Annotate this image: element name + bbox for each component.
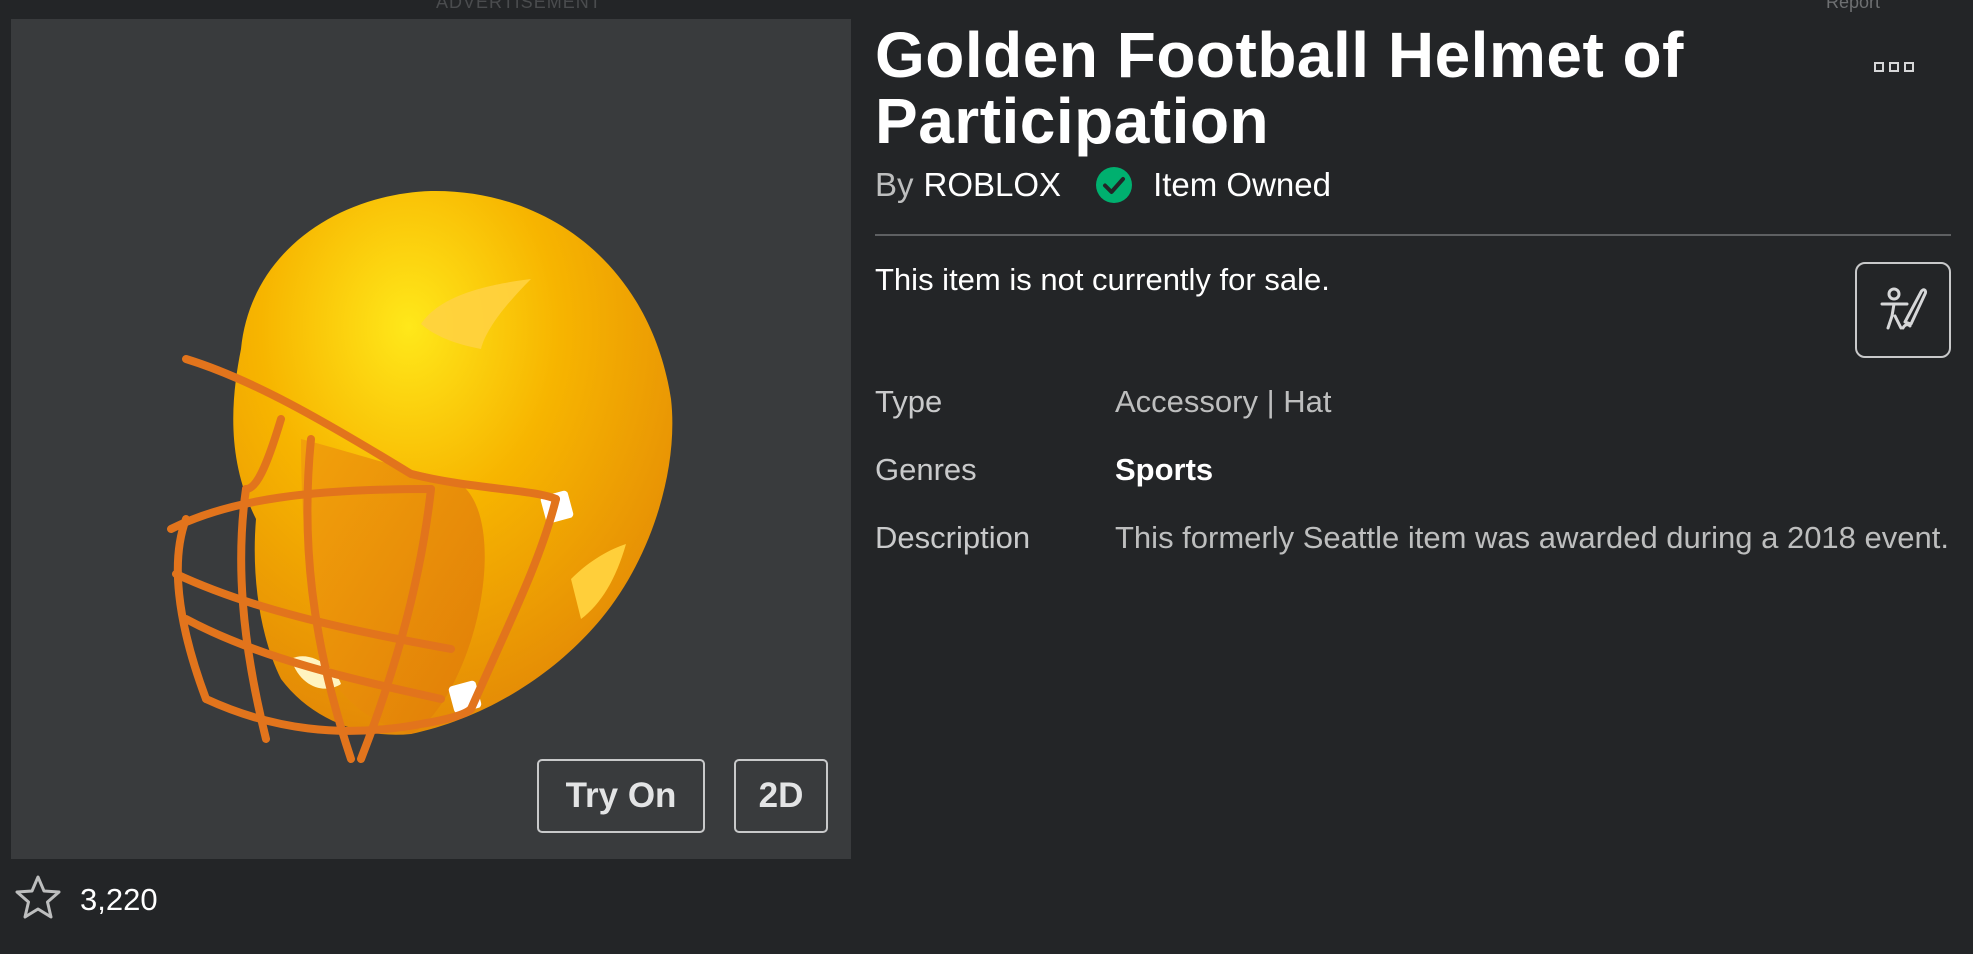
- creator-line: By ROBLOX Item Owned: [875, 166, 1331, 204]
- avatar-customize-icon: [1877, 282, 1929, 339]
- sale-status: This item is not currently for sale.: [875, 262, 1330, 297]
- divider: [875, 234, 1951, 236]
- type-label: Type: [875, 384, 943, 419]
- star-outline-icon[interactable]: [14, 874, 62, 925]
- item-detail-page: ADVERTISEMENT Report Try On 2D 3,220 Gol…: [0, 0, 1973, 954]
- advertisement-label: ADVERTISEMENT: [436, 0, 602, 12]
- favorite-count: 3,220: [80, 881, 158, 917]
- by-prefix: By: [875, 166, 914, 203]
- item-thumbnail[interactable]: Try On 2D: [11, 19, 851, 859]
- helmet-image: [167, 190, 673, 763]
- favorite-control[interactable]: 3,220: [14, 874, 158, 925]
- description-value: This formerly Seattle item was awarded d…: [1115, 520, 1949, 555]
- description-label: Description: [875, 520, 1031, 555]
- item-title: Golden Football Helmet of Participation: [875, 19, 1684, 157]
- check-circle-icon: [1095, 166, 1133, 204]
- view-2d-button[interactable]: 2D: [734, 759, 828, 833]
- more-options-icon[interactable]: [1874, 62, 1914, 72]
- creator-link[interactable]: ROBLOX: [924, 166, 1062, 204]
- genres-label: Genres: [875, 452, 977, 487]
- type-value: Accessory | Hat: [1115, 384, 1332, 419]
- avatar-customize-button[interactable]: [1855, 262, 1951, 358]
- report-link[interactable]: Report: [1826, 0, 1880, 13]
- item-owned-label: Item Owned: [1153, 166, 1331, 203]
- try-on-button[interactable]: Try On: [537, 759, 705, 833]
- genres-value[interactable]: Sports: [1115, 448, 1955, 492]
